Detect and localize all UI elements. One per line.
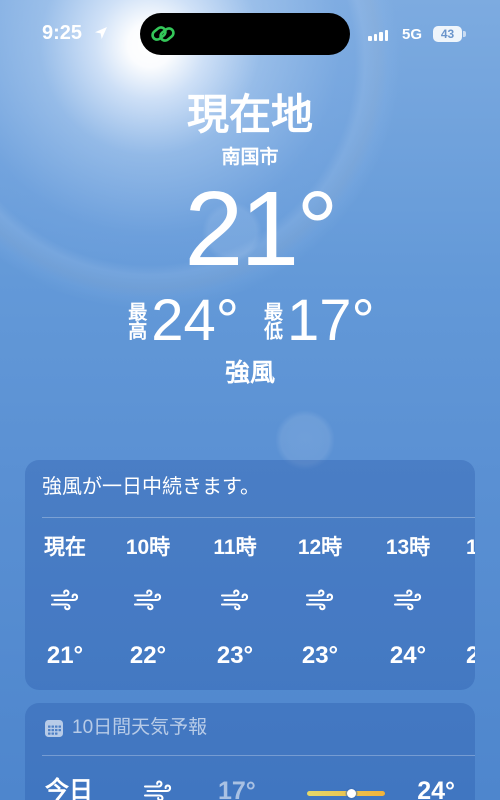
temperature-range-bar (307, 789, 385, 798)
hourly-forecast-card[interactable]: 強風が一日中続きます。 現在 21° 10時 22° 11時 23° 12時 2… (25, 460, 475, 690)
divider (42, 517, 475, 518)
link-icon (149, 21, 177, 47)
hour-label: 10時 (125, 536, 171, 559)
signal-icon (368, 29, 392, 41)
hour-temperature: 22° (129, 642, 167, 669)
hourly-summary: 強風が一日中続きます。 (42, 476, 260, 498)
city-name: 南国市 (221, 147, 279, 168)
wind-icon (393, 588, 423, 611)
network-type: 5G (402, 26, 423, 43)
hour-column[interactable]: 10時 22° (113, 526, 183, 676)
hour-temperature: 23° (301, 642, 339, 669)
wind-icon (220, 588, 250, 611)
hour-label: 11時 (213, 536, 257, 559)
hour-label: 13時 (385, 536, 431, 559)
hour-temperature: 23° (216, 642, 254, 669)
current-temp-marker (347, 789, 357, 798)
hour-temperature: 2 (466, 642, 475, 669)
daily-forecast-title: 10日間天気予報 (72, 717, 208, 738)
battery-icon: 43 (433, 26, 467, 42)
status-time: 9:25 (42, 22, 83, 44)
hour-column[interactable]: 13時 24° (373, 526, 443, 676)
daily-forecast-card[interactable]: 10日間天気予報 今日 17° 24° (25, 703, 475, 800)
day-high-temperature: 24° (417, 777, 455, 800)
current-temperature: 21° (184, 170, 338, 288)
high-low-row: 最高 24° 最低 17° (0, 292, 500, 350)
high-label: 最高 (125, 302, 147, 340)
wind-icon (50, 588, 80, 611)
location-arrow-icon (94, 26, 108, 40)
low-temperature: 17° (287, 288, 375, 353)
low-label: 最低 (261, 302, 282, 340)
hour-column[interactable]: 12時 23° (285, 526, 355, 676)
calendar-icon (45, 720, 63, 737)
hour-temperature: 21° (46, 642, 84, 669)
battery-percentage: 43 (440, 27, 455, 41)
hour-column[interactable]: 11時 23° (200, 526, 270, 676)
daily-row[interactable]: 今日 17° 24° (25, 769, 475, 800)
high-temperature: 24° (151, 288, 239, 353)
divider (42, 755, 475, 756)
wind-icon (143, 779, 173, 800)
hour-column[interactable]: 現在 21° (30, 526, 100, 676)
hour-label: 1 (466, 536, 475, 559)
hour-label: 12時 (297, 536, 343, 559)
dynamic-island[interactable] (140, 13, 350, 55)
day-low-temperature: 17° (218, 777, 256, 800)
location-title: 現在地 (186, 91, 313, 138)
day-name: 今日 (45, 777, 93, 800)
hour-temperature: 24° (389, 642, 427, 669)
weather-condition: 強風 (224, 359, 275, 387)
temperature-range-fill (307, 791, 385, 796)
wind-icon (133, 588, 163, 611)
hour-label: 現在 (44, 536, 86, 559)
hour-column-partial[interactable]: 1 2 (466, 526, 475, 676)
wind-icon (305, 588, 335, 611)
